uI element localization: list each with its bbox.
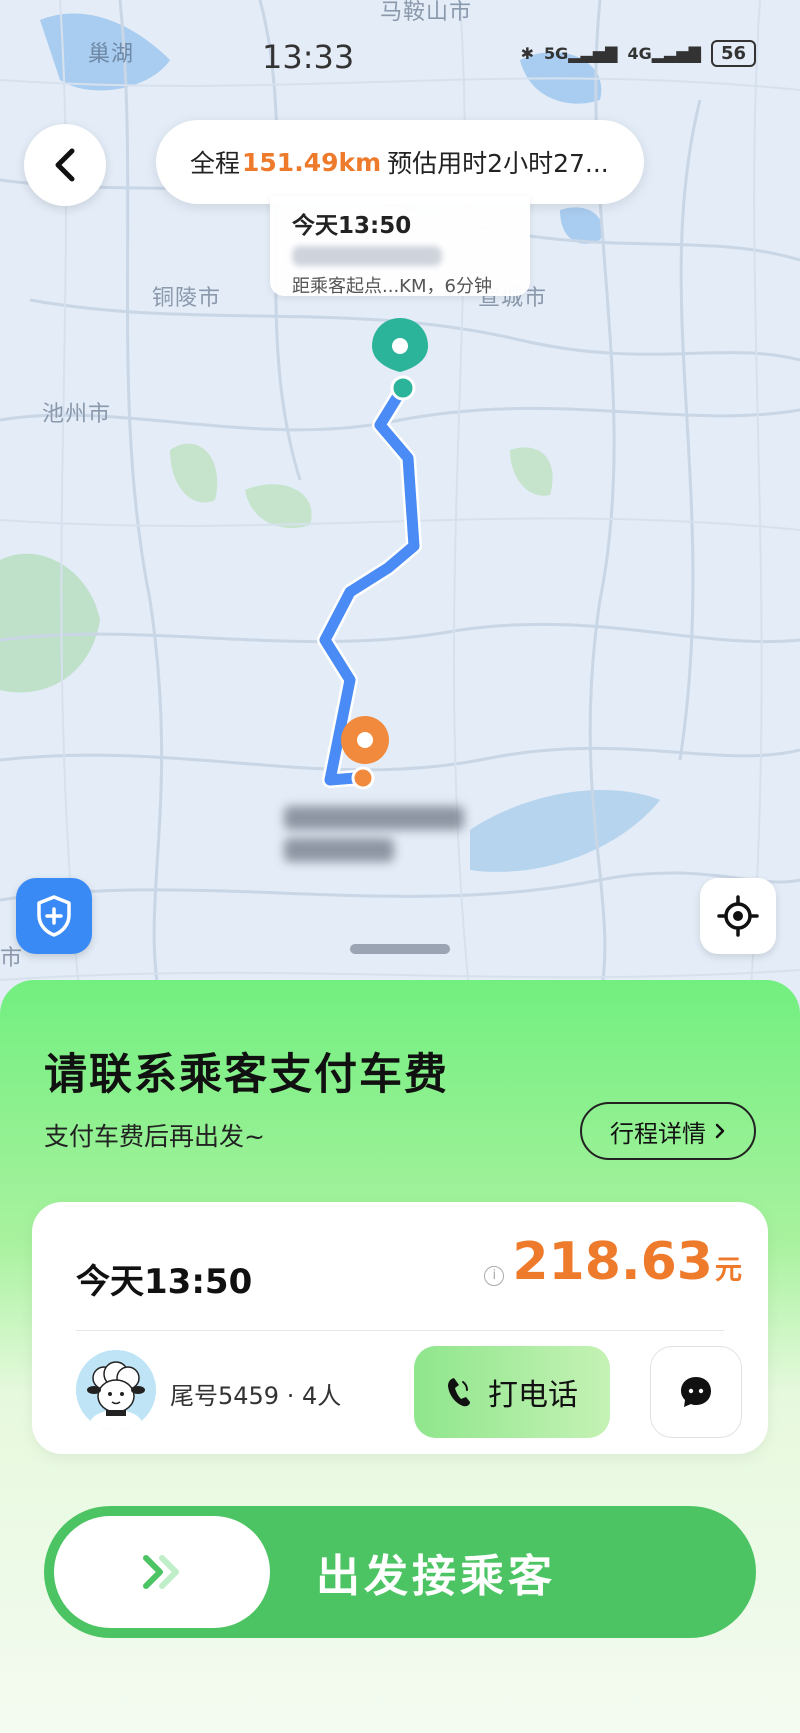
slider-knob[interactable] bbox=[54, 1516, 270, 1628]
fare-amount: 218.63 bbox=[512, 1232, 713, 1292]
pickup-popup[interactable]: 今天13:50 距乘客起点...KM，6分钟 bbox=[270, 196, 530, 297]
signal-5g-icon: 5G▂▃▅▇ bbox=[543, 44, 618, 63]
signal-4g-icon: 4G▂▃▅▇ bbox=[627, 44, 701, 63]
pickup-eta: 距乘客起点...KM，6分钟 bbox=[292, 276, 492, 297]
call-button-label: 打电话 bbox=[488, 1378, 578, 1413]
map-view[interactable]: 巢湖 马鞍山市 铜陵市 池州市 宣城市 市 13:33 ✱ 5G▂▃▅▇ 4G▂… bbox=[0, 0, 800, 1000]
status-bar: 13:33 ✱ 5G▂▃▅▇ 4G▂▃▅▇ 56 bbox=[0, 0, 800, 110]
status-time: 13:33 bbox=[262, 38, 355, 76]
passenger-info: 尾号5459 · 4人 bbox=[170, 1382, 342, 1410]
trip-card: 今天13:50 i 218.63 元 尾号5459 · 4人 打电话 bbox=[32, 1202, 768, 1454]
sheet-title: 请联系乘客支付车费 bbox=[44, 1050, 449, 1100]
avatar bbox=[76, 1350, 156, 1430]
fare: i 218.63 元 bbox=[484, 1232, 742, 1292]
phone-icon bbox=[448, 1378, 470, 1407]
message-button[interactable] bbox=[650, 1346, 742, 1438]
call-button[interactable]: 打电话 bbox=[414, 1346, 610, 1438]
sheet-drag-handle[interactable] bbox=[350, 944, 450, 954]
safety-button[interactable] bbox=[16, 878, 92, 954]
chevron-right-icon bbox=[715, 1123, 725, 1139]
locate-button[interactable] bbox=[700, 878, 776, 954]
trip-details-button[interactable]: 行程详情 bbox=[580, 1102, 756, 1160]
sheet-subtitle: 支付车费后再出发~ bbox=[44, 1122, 265, 1151]
map-label-tongling: 铜陵市 bbox=[152, 286, 222, 311]
route-summary: 全程 151.49km 预估用时2小时27... bbox=[156, 120, 644, 204]
route-distance: 151.49km bbox=[242, 147, 382, 177]
pickup-time: 今天13:50 bbox=[292, 213, 412, 239]
pickup-pin bbox=[372, 318, 428, 401]
chat-bubble-icon bbox=[681, 1377, 711, 1407]
trip-details-label: 行程详情 bbox=[610, 1119, 706, 1148]
route-estimate: 预估用时2小时27... bbox=[387, 149, 609, 178]
fare-unit: 元 bbox=[715, 1255, 742, 1286]
map-label-chizhou: 池州市 bbox=[42, 402, 112, 427]
route-prefix: 全程 bbox=[190, 149, 241, 178]
depart-label: 出发接乘客 bbox=[316, 1551, 556, 1602]
destination-label-redacted bbox=[284, 806, 464, 868]
bluetooth-icon: ✱ bbox=[520, 44, 534, 63]
battery-indicator: 56 bbox=[710, 40, 756, 67]
shield-plus-icon bbox=[37, 895, 71, 937]
double-chevron-right-icon bbox=[143, 1555, 179, 1589]
back-button[interactable] bbox=[24, 124, 106, 206]
card-divider bbox=[76, 1330, 724, 1331]
status-icons: ✱ 5G▂▃▅▇ 4G▂▃▅▇ 56 bbox=[521, 40, 756, 67]
crosshair-icon bbox=[717, 895, 759, 937]
chevron-left-icon bbox=[55, 148, 75, 182]
trip-time: 今天13:50 bbox=[76, 1262, 253, 1302]
depart-slider[interactable]: 出发接乘客 bbox=[44, 1506, 756, 1638]
info-icon[interactable]: i bbox=[484, 1265, 505, 1286]
bottom-sheet: 请联系乘客支付车费 支付车费后再出发~ 行程详情 今天13:50 i 218.6… bbox=[0, 980, 800, 1733]
sheep-avatar-icon bbox=[76, 1350, 156, 1430]
pickup-address-redacted bbox=[292, 246, 442, 266]
